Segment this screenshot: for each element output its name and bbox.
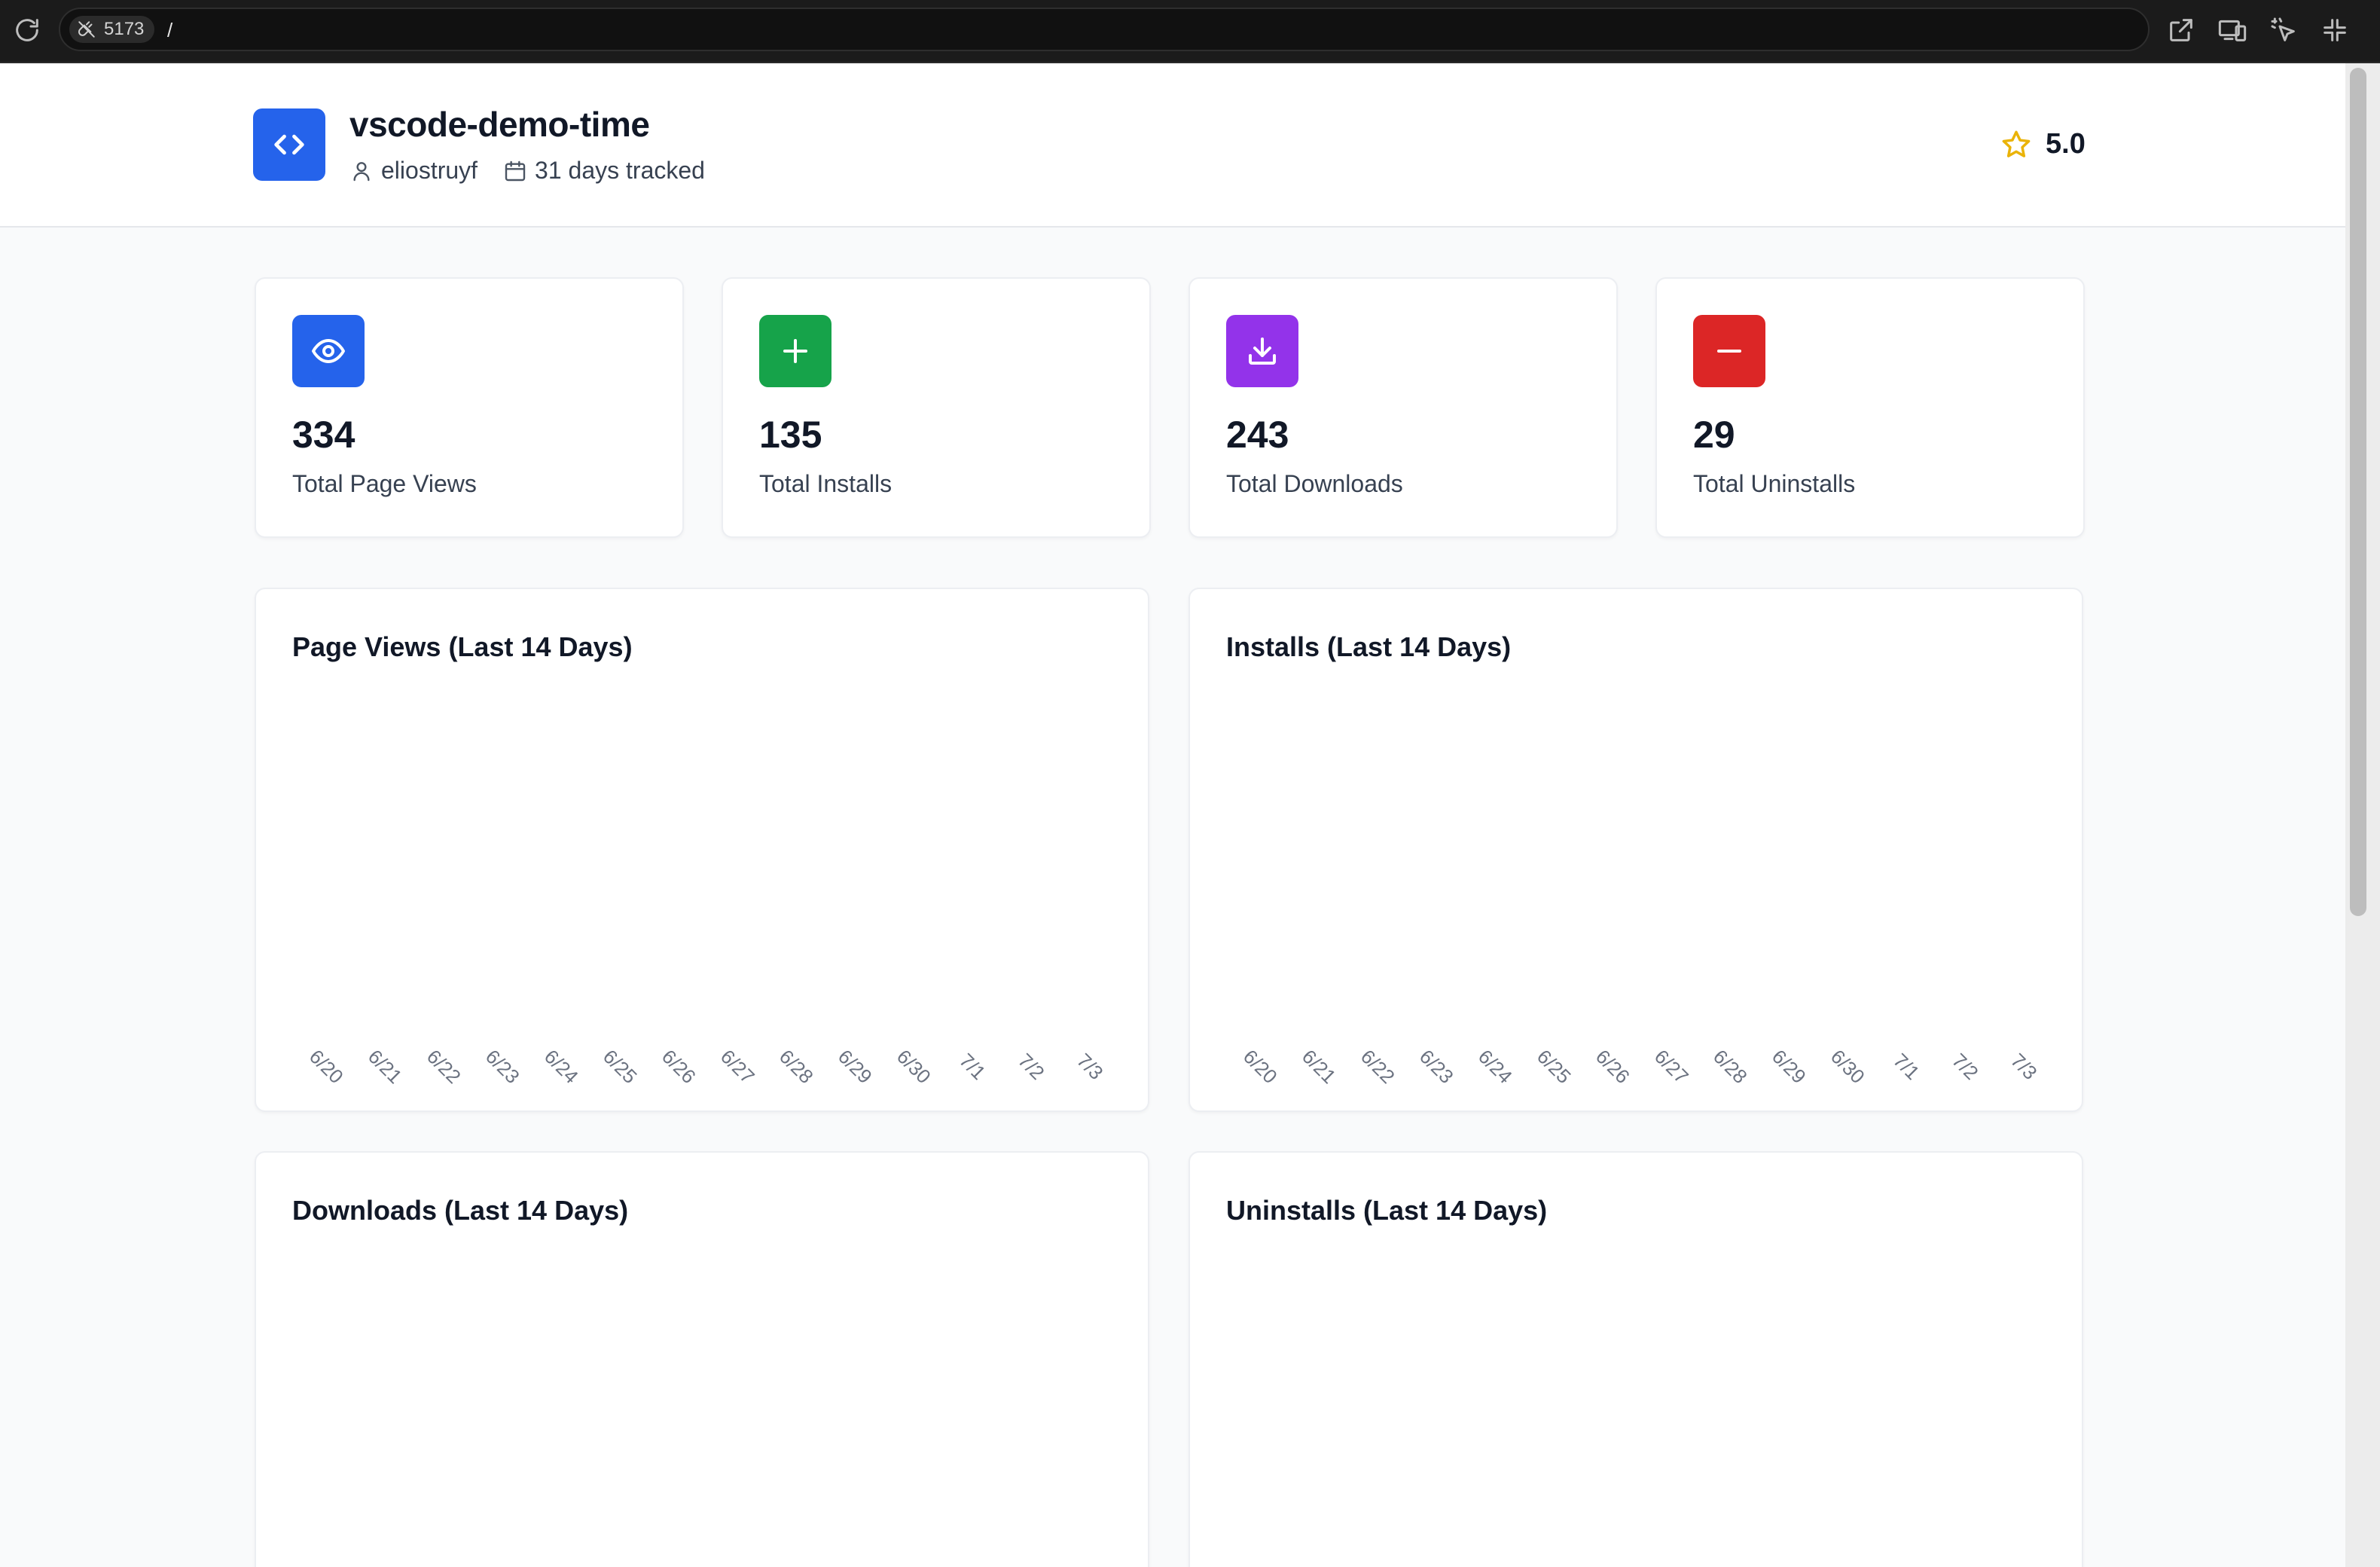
stat-icon-tile bbox=[292, 315, 365, 387]
x-tick-label: 6/26 bbox=[658, 1045, 700, 1088]
stat-card-page-views: 334 Total Page Views bbox=[255, 277, 684, 538]
plug-off-icon bbox=[78, 21, 95, 38]
author-info: eliostruyf bbox=[349, 157, 478, 185]
chart-card-uninstalls: Uninstalls (Last 14 Days) bbox=[1188, 1151, 2083, 1567]
x-tick-label: 6/20 bbox=[1239, 1045, 1282, 1088]
stat-value: 334 bbox=[292, 414, 355, 456]
x-tick-label: 6/22 bbox=[423, 1045, 465, 1088]
port-badge[interactable]: 5173 bbox=[69, 16, 155, 43]
chart-card-downloads: Downloads (Last 14 Days) bbox=[255, 1151, 1149, 1567]
x-tick-label: 6/24 bbox=[1474, 1045, 1517, 1088]
x-tick-label: 6/30 bbox=[1826, 1045, 1869, 1088]
stat-value: 29 bbox=[1693, 414, 1735, 456]
calendar-icon bbox=[505, 160, 526, 181]
x-tick-label: 6/25 bbox=[599, 1045, 642, 1088]
x-tick-label: 6/27 bbox=[1650, 1045, 1693, 1088]
external-link-icon[interactable] bbox=[2166, 15, 2196, 45]
uninstalls-chart bbox=[1190, 1153, 2083, 1567]
stat-value: 135 bbox=[759, 414, 822, 456]
stat-value: 243 bbox=[1226, 414, 1289, 456]
x-tick-label: 6/25 bbox=[1533, 1045, 1576, 1088]
port-number: 5173 bbox=[104, 19, 145, 39]
x-tick-label: 7/3 bbox=[2006, 1049, 2042, 1084]
x-tick-label: 6/29 bbox=[1768, 1045, 1811, 1088]
responsive-devices-icon[interactable] bbox=[2217, 15, 2247, 45]
element-picker-icon[interactable] bbox=[2269, 15, 2299, 45]
x-tick-label: 6/27 bbox=[716, 1045, 759, 1088]
rating-value: 5.0 bbox=[2046, 128, 2086, 160]
extension-header: vscode-demo-time eliostruyf 31 days trac… bbox=[0, 63, 2345, 228]
stat-label: Total Downloads bbox=[1226, 470, 1403, 497]
rating: 5.0 bbox=[2000, 128, 2086, 160]
x-tick-label: 6/23 bbox=[1415, 1045, 1458, 1088]
page-views-chart: 6/20 6/21 6/22 6/23 6/24 6/25 6/26 6/27 6/28 6/29… bbox=[305, 1045, 1108, 1088]
x-tick-label: 6/24 bbox=[540, 1045, 583, 1088]
stat-label: Total Page Views bbox=[292, 470, 477, 497]
chart-card-installs: Installs (Last 14 Days) 6/20 6/21 6/22 6/23… bbox=[1188, 588, 2083, 1112]
plus-icon bbox=[783, 339, 807, 363]
installs-chart: 6/20 6/21 6/22 6/23 6/24 6/25 6/26 6/27 6/28 6/29… bbox=[1239, 1045, 2042, 1088]
stat-icon-tile bbox=[759, 315, 831, 387]
x-tick-label: 6/28 bbox=[775, 1045, 818, 1088]
collapse-icon[interactable] bbox=[2320, 15, 2350, 45]
minus-icon bbox=[1717, 350, 1741, 353]
code-icon bbox=[274, 134, 304, 155]
x-tick-label: 7/2 bbox=[1014, 1049, 1049, 1084]
browser-toolbar: 5173 / bbox=[0, 0, 2380, 63]
downloads-chart bbox=[256, 1153, 1149, 1567]
x-tick-label: 6/21 bbox=[1298, 1045, 1341, 1088]
x-tick-label: 6/23 bbox=[481, 1045, 524, 1088]
stat-label: Total Installs bbox=[759, 470, 892, 497]
x-tick-label: 7/1 bbox=[955, 1049, 990, 1084]
eye-icon bbox=[312, 339, 345, 363]
scrollbar-thumb[interactable] bbox=[2350, 68, 2366, 916]
x-tick-label: 6/30 bbox=[892, 1045, 935, 1088]
stat-card-downloads: 243 Total Downloads bbox=[1188, 277, 1618, 538]
page-title: vscode-demo-time bbox=[349, 105, 650, 144]
stat-label: Total Uninstalls bbox=[1693, 470, 1856, 497]
extension-meta: eliostruyf 31 days tracked bbox=[349, 157, 731, 185]
reload-icon[interactable] bbox=[12, 15, 42, 45]
x-tick-label: 7/1 bbox=[1889, 1049, 1924, 1084]
x-tick-label: 6/21 bbox=[364, 1045, 407, 1088]
stat-icon-tile bbox=[1693, 315, 1765, 387]
stat-card-installs: 135 Total Installs bbox=[722, 277, 1151, 538]
address-bar[interactable]: 5173 / bbox=[59, 8, 2150, 51]
days-tracked: 31 days tracked bbox=[535, 157, 705, 184]
star-icon bbox=[2002, 130, 2031, 157]
tracking-info: 31 days tracked bbox=[503, 157, 705, 185]
url-path: / bbox=[167, 19, 173, 41]
user-icon bbox=[353, 161, 370, 181]
extension-logo bbox=[253, 108, 325, 181]
x-tick-label: 7/2 bbox=[1948, 1049, 1983, 1084]
x-tick-label: 6/22 bbox=[1356, 1045, 1399, 1088]
stat-card-uninstalls: 29 Total Uninstalls bbox=[1655, 277, 2085, 538]
stat-icon-tile bbox=[1226, 315, 1298, 387]
x-tick-label: 6/29 bbox=[834, 1045, 877, 1088]
x-tick-label: 6/26 bbox=[1591, 1045, 1634, 1088]
chart-card-page-views: Page Views (Last 14 Days) 6/20 6/21 6/22 6/… bbox=[255, 588, 1149, 1112]
x-tick-label: 6/20 bbox=[305, 1045, 348, 1088]
download-icon bbox=[1249, 338, 1276, 365]
author-name: eliostruyf bbox=[381, 157, 478, 184]
x-tick-label: 7/3 bbox=[1073, 1049, 1108, 1084]
x-tick-label: 6/28 bbox=[1709, 1045, 1752, 1088]
